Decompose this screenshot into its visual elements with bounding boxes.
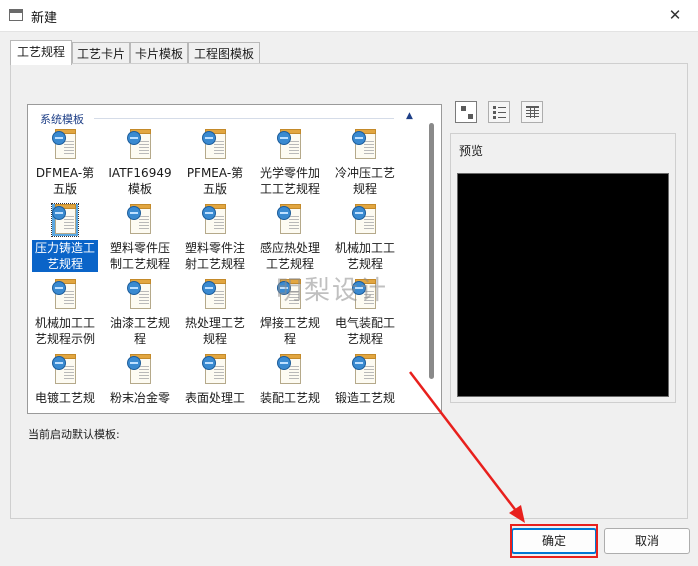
- template-item[interactable]: 热处理工艺规程: [179, 279, 251, 353]
- small-icons-view-button[interactable]: [488, 101, 510, 123]
- tab-process-card[interactable]: 工艺卡片: [72, 42, 130, 64]
- title-bar: 新建 ✕: [0, 0, 698, 32]
- template-item-label: 塑料零件注射工艺规程: [184, 241, 245, 271]
- template-item[interactable]: 机械加工工艺规程示例: [29, 279, 101, 353]
- template-item-label: 油漆工艺规程: [109, 316, 170, 346]
- template-item[interactable]: 光学零件加工工艺规程: [254, 129, 326, 203]
- template-item[interactable]: DFMEA-第五版: [29, 129, 101, 203]
- tab-process-plan[interactable]: 工艺规程: [10, 40, 72, 65]
- template-item-label: 感应热处理工艺规程: [259, 241, 320, 271]
- preview-label: 预览: [459, 144, 484, 158]
- template-item-label: 表面处理工: [184, 391, 245, 405]
- document-globe-icon: [277, 354, 303, 386]
- template-item[interactable]: 电镀工艺规: [29, 354, 101, 413]
- document-globe-icon: [52, 354, 78, 386]
- template-item-label: 焊接工艺规程: [259, 316, 320, 346]
- template-item-label: DFMEA-第五版: [35, 166, 95, 196]
- vertical-scrollbar[interactable]: [429, 123, 434, 379]
- document-globe-icon: [277, 204, 303, 236]
- document-globe-icon: [52, 129, 78, 161]
- template-item[interactable]: 压力铸造工艺规程: [29, 203, 101, 278]
- close-button[interactable]: ✕: [652, 0, 698, 32]
- template-item[interactable]: 锻造工艺规: [329, 354, 401, 413]
- template-item-label: 热处理工艺规程: [184, 316, 245, 346]
- group-header: 系统模板: [40, 113, 84, 126]
- details-view-button[interactable]: [521, 101, 543, 123]
- document-globe-icon: [52, 279, 78, 311]
- template-item-label: 装配工艺规: [259, 391, 320, 405]
- template-item[interactable]: 装配工艺规: [254, 354, 326, 413]
- document-globe-icon: [127, 129, 153, 161]
- template-list[interactable]: 系统模板 ▲ DFMEA-第五版 IATF16949模板 PFMEA-第五版 光学零件…: [27, 104, 442, 414]
- template-item[interactable]: IATF16949模板: [104, 129, 176, 203]
- document-globe-icon: [127, 204, 153, 236]
- document-globe-icon: [51, 203, 79, 237]
- tab-card-template[interactable]: 卡片模板: [130, 42, 188, 64]
- template-item-label: 粉末冶金零: [109, 391, 170, 405]
- large-icons-view-button[interactable]: [455, 101, 477, 123]
- preview-canvas: [457, 173, 669, 397]
- template-item[interactable]: 粉末冶金零: [104, 354, 176, 413]
- cancel-button[interactable]: 取消: [604, 528, 690, 554]
- document-globe-icon: [352, 129, 378, 161]
- template-item-label: 压力铸造工艺规程: [32, 240, 98, 272]
- window-title: 新建: [31, 11, 58, 26]
- template-item[interactable]: 表面处理工: [179, 354, 251, 413]
- template-item[interactable]: 机械加工工艺规程: [329, 204, 401, 278]
- group-divider: [94, 118, 394, 119]
- template-item-label: 电气装配工艺规程: [334, 316, 395, 346]
- document-globe-icon: [277, 129, 303, 161]
- chevron-up-icon[interactable]: ▲: [406, 111, 413, 121]
- template-item-label: 塑料零件压制工艺规程: [109, 241, 170, 271]
- window-icon: [9, 9, 23, 21]
- default-template-label: 当前启动默认模板:: [28, 428, 120, 441]
- template-item[interactable]: 塑料零件压制工艺规程: [104, 204, 176, 278]
- template-item-label: PFMEA-第五版: [186, 166, 244, 196]
- template-item-label: IATF16949模板: [108, 166, 172, 196]
- template-item-label: 机械加工工艺规程示例: [34, 316, 95, 346]
- template-item[interactable]: 塑料零件注射工艺规程: [179, 204, 251, 278]
- document-globe-icon: [202, 129, 228, 161]
- template-item[interactable]: 感应热处理工艺规程: [254, 204, 326, 278]
- template-item[interactable]: 冷冲压工艺规程: [329, 129, 401, 203]
- tab-drawing-template[interactable]: 工程图模板: [188, 42, 260, 64]
- template-item-label: 电镀工艺规: [34, 391, 95, 405]
- document-globe-icon: [202, 354, 228, 386]
- watermark-text: 明梨设计: [276, 276, 389, 306]
- template-item[interactable]: 油漆工艺规程: [104, 279, 176, 353]
- document-globe-icon: [352, 204, 378, 236]
- highlight-box: [510, 524, 598, 558]
- template-item-label: 机械加工工艺规程: [334, 241, 395, 271]
- template-item[interactable]: PFMEA-第五版: [179, 129, 251, 203]
- template-item-label: 锻造工艺规: [334, 391, 395, 405]
- document-globe-icon: [127, 354, 153, 386]
- document-globe-icon: [202, 204, 228, 236]
- document-globe-icon: [127, 279, 153, 311]
- template-item-label: 冷冲压工艺规程: [334, 166, 395, 196]
- template-item-label: 光学零件加工工艺规程: [259, 166, 320, 196]
- document-globe-icon: [352, 354, 378, 386]
- document-globe-icon: [202, 279, 228, 311]
